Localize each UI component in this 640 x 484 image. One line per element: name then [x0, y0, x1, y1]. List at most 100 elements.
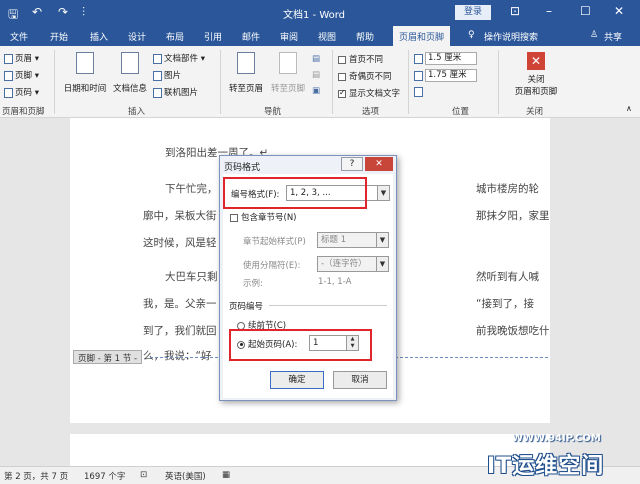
help-button[interactable]: ?: [341, 157, 363, 171]
customize-qa-icon[interactable]: ⫶: [82, 5, 85, 20]
paragraph: 到了，我们就回: [143, 325, 217, 337]
chevron-down-icon[interactable]: ▼: [377, 186, 389, 200]
tab-design[interactable]: 设计: [128, 30, 146, 43]
date-time-button[interactable]: 日期和时间: [62, 52, 108, 94]
checkbox-icon: [338, 55, 346, 64]
save-icon[interactable]: 🖫: [8, 5, 18, 26]
example-label: 示例:: [243, 279, 263, 289]
chapter-style-label: 章节起始样式(P): [243, 237, 306, 247]
tell-me-search[interactable]: 操作说明搜索: [484, 30, 538, 43]
checkbox-checked-icon: [338, 89, 346, 98]
header-position-field[interactable]: 1.5 厘米: [414, 52, 477, 65]
footer-position-value[interactable]: 1.75 厘米: [425, 69, 477, 82]
collapse-ribbon-icon[interactable]: ∧: [626, 104, 632, 113]
ribbon-display-icon[interactable]: ⊡: [510, 4, 520, 18]
tab-view[interactable]: 视图: [318, 30, 336, 43]
share-icon[interactable]: ♙: [590, 30, 598, 40]
online-picture-button[interactable]: 联机图片: [153, 86, 198, 98]
diff-first-label: 首页不同: [349, 55, 384, 65]
picture-label: 图片: [164, 71, 182, 81]
separator-value: -（连字符）: [321, 259, 367, 269]
word-count[interactable]: 1697 个字: [84, 470, 125, 482]
undo-icon[interactable]: ↶: [32, 5, 42, 19]
chevron-down-icon[interactable]: ▼: [376, 257, 388, 271]
dialog-close-button[interactable]: ✕: [365, 157, 393, 171]
section-divider: [269, 305, 387, 306]
ribbon-separator: [220, 50, 221, 114]
page-numbering-heading: 页码编号: [229, 302, 264, 312]
tab-references[interactable]: 引用: [204, 30, 222, 43]
paragraph: 我，是。父亲一: [143, 298, 217, 310]
close-header-footer-button[interactable]: ✕ 关闭 页眉和页脚: [510, 52, 562, 97]
proofing-icon[interactable]: ⊡: [140, 470, 147, 480]
tab-header-footer[interactable]: 页眉和页脚: [393, 26, 451, 46]
login-button[interactable]: 登录: [455, 5, 491, 20]
tab-layout[interactable]: 布局: [166, 30, 184, 43]
insert-alignment-tab-icon[interactable]: [414, 87, 425, 98]
chevron-down-icon[interactable]: ▼: [376, 233, 388, 247]
tell-me-icon[interactable]: ♀: [468, 30, 475, 40]
picture-icon: [153, 70, 162, 81]
doc-parts-label: 文档部件: [164, 54, 199, 64]
tab-mailings[interactable]: 邮件: [242, 30, 260, 43]
tab-review[interactable]: 审阅: [280, 30, 298, 43]
header-label: 页眉: [15, 54, 33, 64]
next-icon[interactable]: ▤: [312, 70, 320, 80]
language[interactable]: 英语(美国): [165, 470, 206, 482]
close-label-2: 页眉和页脚: [514, 87, 558, 97]
macro-icon[interactable]: ▦: [222, 470, 230, 480]
tab-home[interactable]: 开始: [50, 30, 68, 43]
redo-icon[interactable]: ↷: [58, 5, 68, 19]
group-position-label: 位置: [452, 107, 470, 117]
goto-header-button[interactable]: 转至页眉: [226, 52, 266, 94]
different-first-page-checkbox[interactable]: 首页不同: [338, 53, 383, 65]
checkbox-icon: [338, 72, 346, 81]
chapter-style-select[interactable]: 标题 1 ▼: [317, 232, 389, 248]
page-count[interactable]: 第 2 页，共 7 页: [4, 470, 68, 482]
cancel-button[interactable]: 取消: [333, 371, 387, 389]
link-previous-icon[interactable]: ▣: [312, 86, 320, 96]
checkbox-icon: [230, 213, 238, 222]
minimize-icon[interactable]: –: [546, 4, 552, 18]
maximize-icon[interactable]: ☐: [580, 4, 591, 18]
footer-position-icon: [414, 70, 423, 81]
diff-odd-even-label: 奇偶页不同: [349, 72, 392, 82]
ok-button[interactable]: 确定: [270, 371, 324, 389]
footer-section-tag: 页脚 - 第 1 节 -: [73, 350, 143, 364]
picture-button[interactable]: 图片: [153, 69, 181, 81]
online-picture-icon: [153, 87, 162, 98]
paragraph: 那抹夕阳，家里: [476, 210, 550, 222]
close-label-1: 关闭: [527, 75, 545, 85]
close-window-icon[interactable]: ✕: [614, 4, 624, 18]
tab-insert[interactable]: 插入: [90, 30, 108, 43]
header-button[interactable]: 页眉 ▾: [4, 52, 39, 64]
separator-select[interactable]: -（连字符） ▼: [317, 256, 389, 272]
tab-file[interactable]: 文件: [10, 30, 28, 43]
goto-header-label: 转至页眉: [228, 84, 263, 94]
tab-help[interactable]: 帮助: [356, 30, 374, 43]
paragraph: 廓中，呆板大街: [143, 210, 217, 222]
example-value: 1-1, 1-A: [318, 277, 352, 287]
goto-footer-button[interactable]: 转至页脚: [268, 52, 308, 94]
page-number-button[interactable]: 页码 ▾: [4, 86, 39, 98]
different-odd-even-checkbox[interactable]: 奇偶页不同: [338, 70, 392, 82]
header-position-value[interactable]: 1.5 厘米: [425, 52, 477, 65]
doc-parts-button[interactable]: 文档部件 ▾: [153, 52, 205, 64]
share-button[interactable]: 共享: [604, 30, 622, 43]
footer-button[interactable]: 页脚 ▾: [4, 69, 39, 81]
separator-label: 使用分隔符(E):: [243, 261, 301, 271]
footer-position-field[interactable]: 1.75 厘米: [414, 69, 477, 82]
goto-header-icon: [237, 52, 255, 74]
previous-icon[interactable]: ▤: [312, 54, 320, 64]
paragraph: “接到了，接: [476, 298, 534, 310]
show-doc-text-checkbox[interactable]: 显示文档文字: [338, 87, 400, 99]
document-title: 文档1 - Word: [283, 10, 346, 21]
include-chapter-checkbox[interactable]: 包含章节号(N): [230, 211, 297, 223]
doc-info-button[interactable]: 文档信息: [110, 52, 150, 94]
paragraph: 大巴车只剩: [165, 271, 218, 283]
ribbon-separator: [408, 50, 409, 114]
chapter-style-value: 标题 1: [321, 235, 347, 245]
header-icon: [4, 53, 13, 64]
goto-footer-icon: [279, 52, 297, 74]
doc-info-label: 文档信息: [112, 84, 147, 94]
